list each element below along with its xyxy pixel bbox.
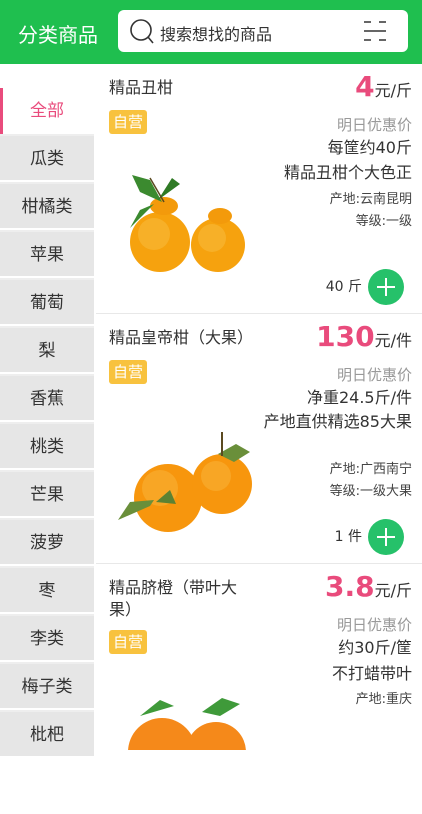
goods-price: 3.8元/斤 [325,570,412,603]
promo-label: 明日优惠价 [336,366,412,384]
price-unit: 元/斤 [374,581,412,600]
goods-card[interactable]: 精品脐橙（带叶大果） 自营 3.8元/斤 明日优惠价 约30斤/筐 不打蜡带叶 … [96,564,422,814]
self-operated-tag: 自营 [109,110,148,134]
sidebar-item-banana[interactable]: 香蕉 [0,376,94,422]
goods-card[interactable]: 精品皇帝柑（大果） 自营 130元/件 明日优惠价 净重24.5斤/件 产地直供… [96,314,422,564]
sidebar-item-all[interactable]: 全部 [0,88,94,134]
sidebar-item-peach[interactable]: 桃类 [0,424,94,470]
price-unit: 元/斤 [374,81,412,100]
price-value: 4 [355,70,375,103]
goods-desc: 不打蜡带叶 [331,664,412,683]
emperor-mandarin-image [118,432,252,532]
sidebar-item-grape[interactable]: 葡萄 [0,280,94,326]
search-icon [130,19,154,44]
sidebar-item-plum[interactable]: 李类 [0,616,94,662]
page-title: 分类商品 [18,23,98,47]
goods-card[interactable]: 精品丑柑 自营 4元/斤 明日优惠价 每筐约40斤 精品丑柑个大色正 产地:云南… [96,64,422,314]
promo-label: 明日优惠价 [336,116,412,134]
header-bar: 分类商品 搜索想找的商品 [0,0,422,64]
price-value: 3.8 [324,570,375,603]
goods-grade: 等级:一级 [355,214,412,229]
goods-origin: 产地:重庆 [355,692,412,707]
price-value: 130 [316,320,375,353]
add-to-cart-button[interactable] [368,519,404,555]
goods-grade: 等级:一级大果 [329,484,412,499]
search-input[interactable]: 搜索想找的商品 [118,10,408,52]
quantity-value: 40 斤 [325,279,362,295]
self-operated-tag: 自营 [109,360,148,384]
goods-spec: 每筐约40斤 [327,138,412,157]
goods-name: 精品脐橙（带叶大果） [109,578,238,619]
goods-price: 4元/斤 [355,70,412,103]
sidebar-item-melon[interactable]: 瓜类 [0,136,94,182]
goods-desc: 产地直供精选85大果 [263,412,412,431]
sidebar-item-citrus[interactable]: 柑橘类 [0,184,94,230]
goods-name: 精品丑柑 [109,78,174,97]
quantity-value: 1 件 [334,529,362,545]
goods-desc: 精品丑柑个大色正 [283,163,412,182]
add-to-cart-button[interactable] [368,269,404,305]
category-sidebar: 全部 瓜类 柑橘类 苹果 葡萄 梨 香蕉 桃类 芒果 菠萝 枣 李类 梅子类 枇… [0,88,94,758]
scan-icon[interactable] [362,18,388,44]
ugly-orange-image [130,175,245,272]
promo-label: 明日优惠价 [336,616,412,634]
goods-name: 精品皇帝柑（大果） [109,328,254,347]
goods-origin: 产地:广西南宁 [329,462,412,477]
sidebar-item-mango[interactable]: 芒果 [0,472,94,518]
sidebar-item-prune[interactable]: 梅子类 [0,664,94,710]
search-placeholder: 搜索想找的商品 [160,25,273,44]
navel-orange-image [128,698,246,750]
sidebar-item-apple[interactable]: 苹果 [0,232,94,278]
price-unit: 元/件 [374,331,412,350]
goods-spec: 净重24.5斤/件 [306,388,412,407]
sidebar-item-loquat[interactable]: 枇杷 [0,712,94,758]
sidebar-item-pineapple[interactable]: 菠萝 [0,520,94,566]
self-operated-tag: 自营 [109,630,148,654]
sidebar-item-pear[interactable]: 梨 [0,328,94,374]
goods-price: 130元/件 [316,320,412,353]
sidebar-item-jujube[interactable]: 枣 [0,568,94,614]
goods-origin: 产地:云南昆明 [329,192,412,207]
goods-spec: 约30斤/筐 [338,638,412,657]
